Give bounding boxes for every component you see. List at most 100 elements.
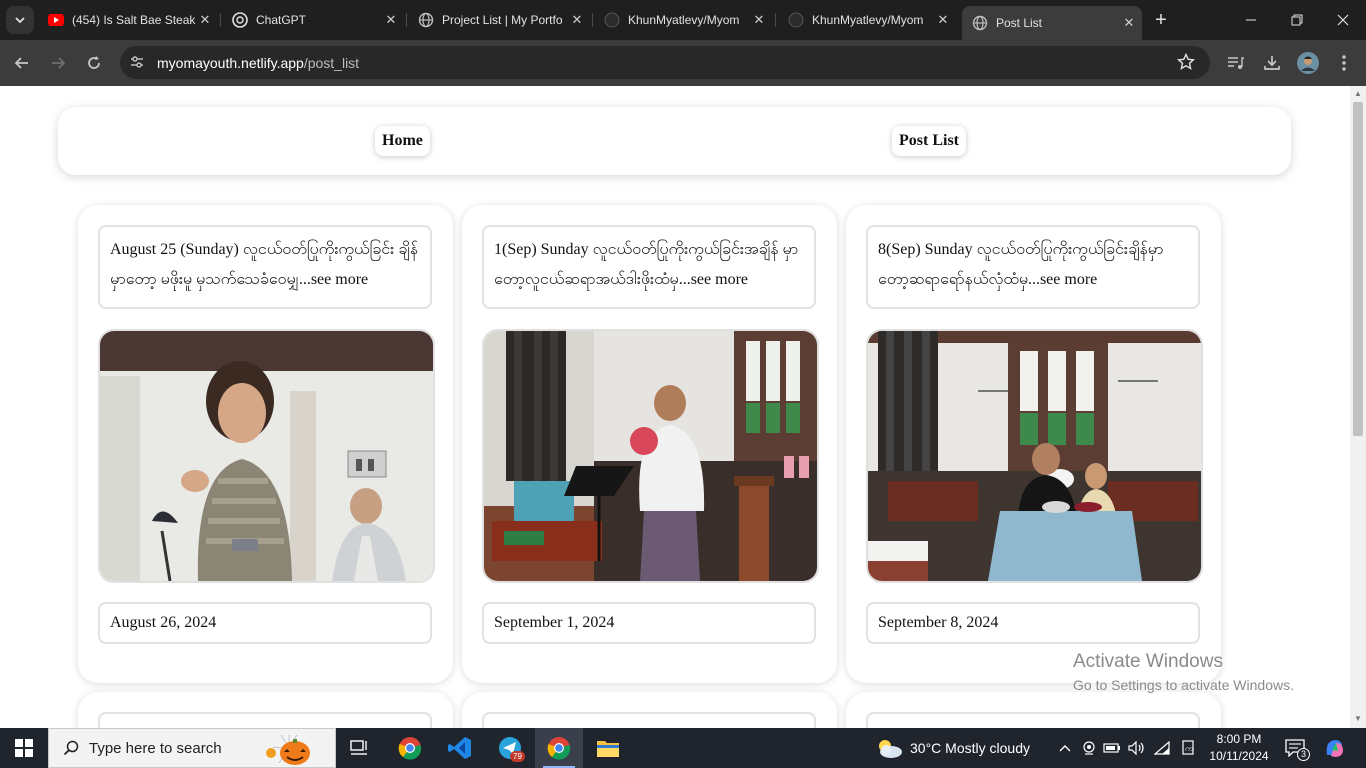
chrome-icon xyxy=(398,737,422,760)
github-icon xyxy=(604,12,620,28)
media-controls-button[interactable] xyxy=(1222,49,1250,77)
taskbar-clock[interactable]: 8:00 PM 10/11/2024 xyxy=(1205,731,1273,765)
post-date: September 1, 2024 xyxy=(482,602,816,644)
post-card[interactable] xyxy=(846,692,1221,728)
post-title[interactable]: 1(Sep) Sunday လူငယ်ဝတ်ပြုကိုးကွယ်ခြင်းအခ… xyxy=(482,225,816,309)
url-domain: myomayouth.netlify.app xyxy=(157,55,304,71)
post-title[interactable] xyxy=(98,712,432,728)
post-image[interactable] xyxy=(98,329,435,583)
cloud-icon xyxy=(879,740,902,758)
chevron-up-icon xyxy=(1059,745,1071,752)
browser-tab[interactable]: ChatGPT ✕ xyxy=(222,6,404,34)
scroll-down-icon[interactable]: ▼ xyxy=(1353,714,1363,724)
restore-button[interactable] xyxy=(1274,0,1320,40)
post-card[interactable]: 8(Sep) Sunday လူငယ်ဝတ်ပြုကိုးကွယ်ခြင်းချ… xyxy=(846,205,1221,683)
post-card[interactable]: 1(Sep) Sunday လူငယ်ဝတ်ပြုကိုးကွယ်ခြင်းအခ… xyxy=(462,205,837,683)
close-window-button[interactable] xyxy=(1320,0,1366,40)
task-view-icon xyxy=(350,740,367,755)
start-button[interactable] xyxy=(0,728,48,768)
post-title[interactable] xyxy=(482,712,816,728)
taskbar-telegram[interactable]: 79 xyxy=(486,728,534,768)
chrome-menu-button[interactable] xyxy=(1330,49,1358,77)
close-tab-icon[interactable]: ✕ xyxy=(568,11,586,29)
playlist-icon xyxy=(1228,57,1244,69)
taskbar-file-explorer[interactable] xyxy=(584,728,632,768)
browser-tab[interactable]: KhunMyatlevy/Myom ✕ xyxy=(594,6,772,34)
close-tab-icon[interactable]: ✕ xyxy=(1120,14,1138,32)
clock-time: 8:00 PM xyxy=(1216,732,1262,746)
activate-windows-watermark: Activate Windows Go to Settings to activ… xyxy=(1073,651,1294,693)
page-viewport: Home Post List August 25 (Sunday) လူငယ်ဝ… xyxy=(0,86,1350,728)
close-icon xyxy=(1337,14,1349,26)
close-tab-icon[interactable]: ✕ xyxy=(934,11,952,29)
nav-post-list-link[interactable]: Post List xyxy=(892,126,966,156)
url-path: /post_list xyxy=(303,55,360,71)
nav-home-link[interactable]: Home xyxy=(375,126,430,156)
tab-title: (454) Is Salt Bae Steak xyxy=(72,13,196,27)
post-card[interactable] xyxy=(462,692,837,728)
post-card[interactable]: August 25 (Sunday) လူငယ်ဝတ်ပြုကိုးကွယ်ခြ… xyxy=(78,205,453,683)
new-tab-button[interactable]: + xyxy=(1150,9,1172,31)
browser-tab-active[interactable]: Post List ✕ xyxy=(962,6,1142,40)
volume-icon[interactable] xyxy=(1127,728,1147,768)
search-placeholder: Type here to search xyxy=(89,739,222,757)
close-tab-icon[interactable]: ✕ xyxy=(382,11,400,29)
browser-tab[interactable]: (454) Is Salt Bae Steak ✕ xyxy=(38,6,218,34)
telegram-badge: 79 xyxy=(510,751,525,762)
close-tab-icon[interactable]: ✕ xyxy=(196,11,214,29)
notification-center-button[interactable]: 3 xyxy=(1282,728,1311,768)
back-button[interactable] xyxy=(8,49,36,77)
wifi-icon[interactable] xyxy=(1152,728,1172,768)
chevron-down-icon xyxy=(15,17,25,24)
post-title[interactable]: 8(Sep) Sunday လူငယ်ဝတ်ပြုကိုးကွယ်ခြင်းချ… xyxy=(866,225,1200,309)
reload-icon xyxy=(88,56,100,69)
downloads-button[interactable] xyxy=(1258,49,1286,77)
scrollbar-thumb[interactable] xyxy=(1353,102,1363,436)
copilot-button[interactable] xyxy=(1320,728,1348,768)
tab-search-button[interactable] xyxy=(6,6,34,34)
tab-title: Post List xyxy=(996,16,1043,30)
profile-avatar[interactable] xyxy=(1294,49,1322,77)
post-card[interactable] xyxy=(78,692,453,728)
tab-title: ChatGPT xyxy=(256,13,307,27)
taskbar-search-box[interactable]: Type here to search xyxy=(48,728,336,768)
taskbar-vscode[interactable] xyxy=(436,728,484,768)
post-title[interactable]: August 25 (Sunday) လူငယ်ဝတ်ပြုကိုးကွယ်ခြ… xyxy=(98,225,432,309)
minimize-icon xyxy=(1246,19,1256,21)
folder-icon xyxy=(597,741,619,757)
weather-text: 30°C Mostly cloudy xyxy=(910,740,1030,756)
vscode-icon xyxy=(448,737,471,759)
battery-icon[interactable] xyxy=(1102,728,1122,768)
windows-taskbar: Type here to search 79 30°C Mostly cloud… xyxy=(0,728,1366,768)
taskbar-chrome[interactable] xyxy=(386,728,434,768)
reload-button[interactable] xyxy=(80,49,108,77)
arrow-left-icon xyxy=(14,57,28,69)
weather-widget[interactable]: 30°C Mostly cloudy xyxy=(875,728,1030,768)
keyboard-language-icon[interactable]: က xyxy=(1178,728,1200,768)
minimize-button[interactable] xyxy=(1228,0,1274,40)
post-image[interactable] xyxy=(482,329,819,583)
chatgpt-icon xyxy=(232,12,248,28)
scroll-up-icon[interactable]: ▲ xyxy=(1353,89,1363,99)
bookmark-star-icon[interactable] xyxy=(1176,52,1196,76)
browser-tab[interactable]: KhunMyatlevy/Myom ✕ xyxy=(778,6,956,34)
webcam-tray-icon[interactable] xyxy=(1080,728,1098,768)
forward-button[interactable] xyxy=(44,49,72,77)
watermark-subtitle: Go to Settings to activate Windows. xyxy=(1073,677,1294,693)
github-icon xyxy=(788,12,804,28)
windows-logo-icon xyxy=(15,739,33,757)
address-bar[interactable]: myomayouth.netlify.app/post_list xyxy=(120,46,1210,79)
browser-tab[interactable]: Project List | My Portfo ✕ xyxy=(408,6,590,34)
taskbar-chrome-active[interactable] xyxy=(535,728,583,768)
show-hidden-icons-button[interactable] xyxy=(1056,728,1074,768)
avatar-icon xyxy=(1297,52,1319,74)
globe-icon xyxy=(972,15,988,31)
page-scrollbar[interactable]: ▲ ▼ xyxy=(1350,86,1366,728)
tab-title: KhunMyatlevy/Myom xyxy=(628,13,740,27)
task-view-button[interactable] xyxy=(336,728,384,768)
tab-title: KhunMyatlevy/Myom xyxy=(812,13,924,27)
site-info-icon[interactable] xyxy=(129,54,145,75)
post-image[interactable] xyxy=(866,329,1203,583)
post-title[interactable] xyxy=(866,712,1200,728)
close-tab-icon[interactable]: ✕ xyxy=(750,11,768,29)
